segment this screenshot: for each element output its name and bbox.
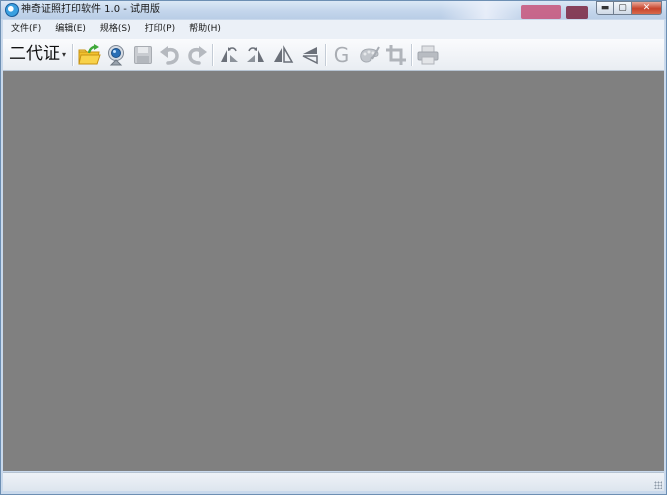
crop-button[interactable] bbox=[383, 42, 408, 68]
minimize-button[interactable]: ▬ bbox=[596, 1, 614, 15]
menu-edit[interactable]: 编辑(E) bbox=[49, 20, 92, 39]
redo-button[interactable] bbox=[184, 42, 209, 68]
flip-horizontal-button[interactable] bbox=[270, 42, 295, 68]
close-button[interactable]: ✕ bbox=[632, 1, 662, 15]
window-title: 神奇证照打印软件 1.0 - 试用版 bbox=[21, 4, 161, 15]
rotate-left-button[interactable] bbox=[216, 42, 241, 68]
app-window: 神奇证照打印软件 1.0 - 试用版 ▬ ▢ ✕ 文件(F) 编辑(E) 规格(… bbox=[0, 0, 667, 495]
resize-grip[interactable] bbox=[654, 481, 662, 489]
menu-spec[interactable]: 规格(S) bbox=[94, 20, 137, 39]
rotate-right-icon bbox=[246, 46, 264, 62]
toolbar-separator bbox=[325, 43, 327, 66]
webcam-icon bbox=[107, 44, 124, 65]
title-bar[interactable]: 神奇证照打印软件 1.0 - 试用版 ▬ ▢ ✕ bbox=[1, 1, 666, 19]
maximize-button[interactable]: ▢ bbox=[614, 1, 632, 15]
toolbar-separator bbox=[212, 43, 214, 66]
toolbar-separator bbox=[411, 43, 413, 66]
crop-icon bbox=[385, 44, 406, 65]
card-type-value: 二代证 bbox=[9, 44, 60, 64]
window-controls: ▬ ▢ ✕ bbox=[596, 1, 662, 15]
menu-file[interactable]: 文件(F) bbox=[5, 20, 47, 39]
grayscale-icon: G bbox=[333, 42, 350, 67]
flip-horizontal-icon bbox=[273, 44, 293, 63]
webcam-button[interactable] bbox=[103, 42, 128, 68]
menu-print[interactable]: 打印(P) bbox=[139, 20, 181, 39]
redo-icon bbox=[187, 45, 207, 65]
open-folder-icon bbox=[77, 43, 101, 64]
save-button[interactable] bbox=[130, 42, 155, 68]
palette-icon bbox=[359, 45, 380, 62]
print-button[interactable] bbox=[415, 42, 440, 68]
app-icon bbox=[5, 3, 19, 17]
color-adjust-button[interactable] bbox=[356, 42, 381, 68]
menu-help[interactable]: 帮助(H) bbox=[183, 20, 227, 39]
undo-icon bbox=[159, 45, 179, 65]
titlebar-decoration bbox=[441, 1, 531, 19]
chevron-down-icon: ▾ bbox=[62, 50, 67, 59]
grayscale-button[interactable]: G bbox=[329, 42, 354, 68]
menu-bar: 文件(F) 编辑(E) 规格(S) 打印(P) 帮助(H) bbox=[3, 20, 664, 39]
flip-vertical-icon bbox=[302, 46, 318, 64]
photo-canvas[interactable] bbox=[3, 71, 664, 471]
open-button[interactable] bbox=[76, 42, 101, 68]
status-bar bbox=[3, 472, 664, 491]
save-icon bbox=[133, 45, 152, 64]
flip-vertical-button[interactable] bbox=[297, 42, 322, 68]
undo-button[interactable] bbox=[157, 42, 182, 68]
card-type-dropdown[interactable]: 二代证 ▾ bbox=[9, 39, 66, 70]
rotate-left-icon bbox=[220, 46, 238, 62]
print-icon bbox=[417, 45, 439, 64]
toolbar: 二代证 ▾ G bbox=[3, 39, 664, 71]
toolbar-separator bbox=[72, 43, 74, 66]
rotate-right-button[interactable] bbox=[243, 42, 268, 68]
titlebar-decoration bbox=[521, 5, 561, 19]
titlebar-decoration bbox=[566, 6, 588, 19]
